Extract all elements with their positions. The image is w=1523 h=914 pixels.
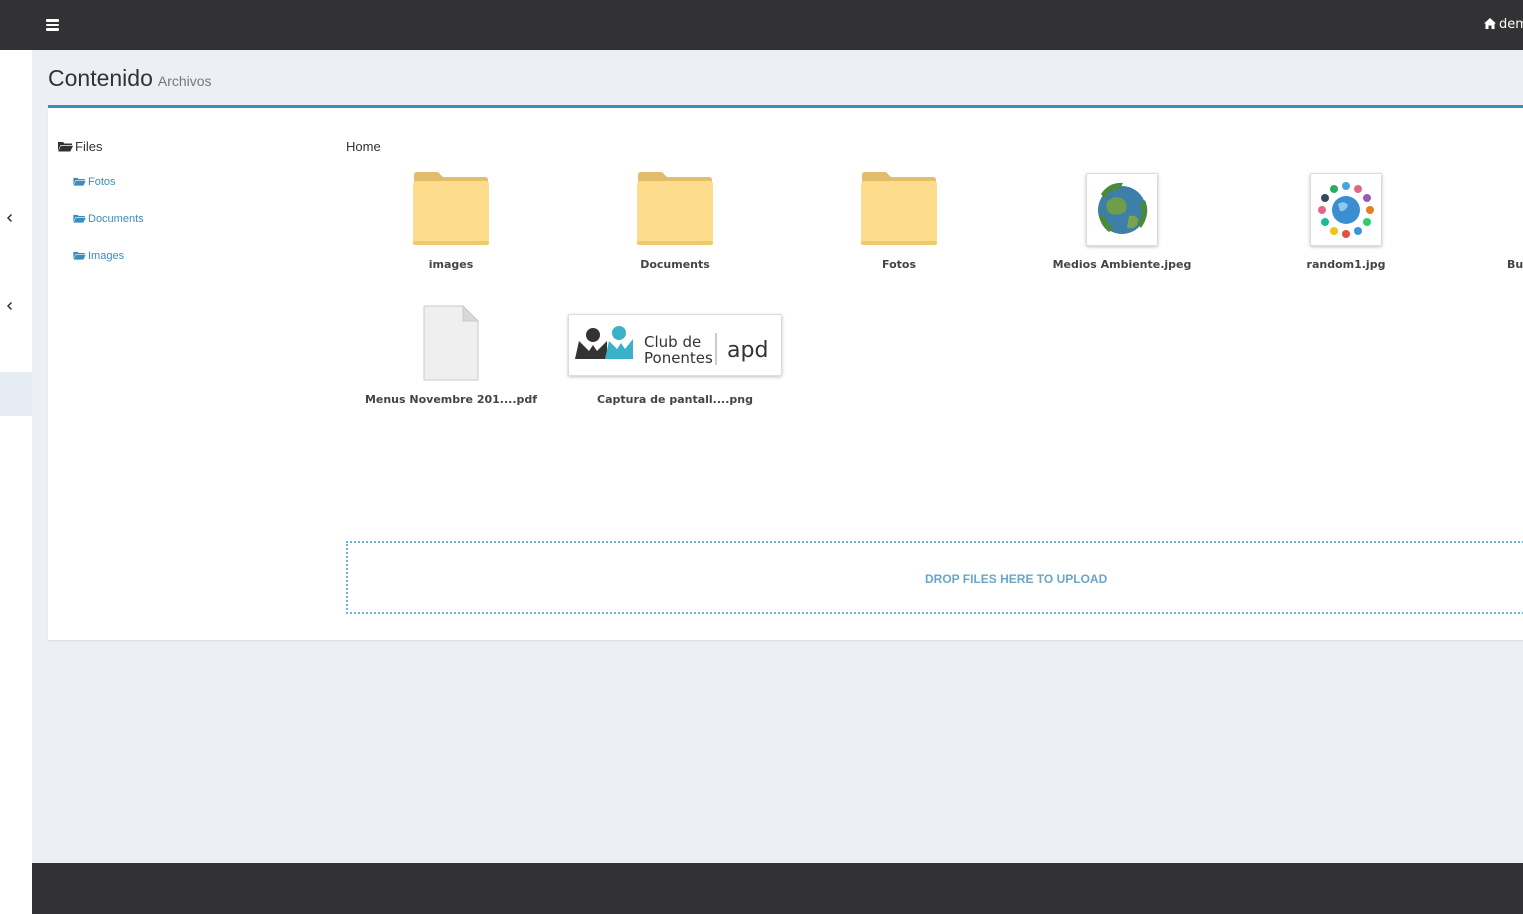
file-name: Fotos xyxy=(882,258,916,271)
file-name: Documents xyxy=(640,258,710,271)
chevron-left-icon[interactable] xyxy=(5,301,15,311)
file-name: Captura de pantall....png xyxy=(597,393,753,406)
logo-brand: apd xyxy=(727,338,768,363)
tree-root-label: Files xyxy=(75,139,103,154)
file-name: images xyxy=(428,258,474,271)
page-title-text: Contenido xyxy=(48,65,153,91)
file-name: Menus Novembre 201....pdf xyxy=(364,393,538,406)
document-icon xyxy=(423,305,479,381)
tree-item-label: Fotos xyxy=(88,176,116,188)
tree-item-label: Documents xyxy=(88,213,144,225)
file-name: Bu xyxy=(1507,258,1523,271)
image-thumbnail xyxy=(1086,173,1158,246)
image-thumbnail: Club de Ponentes apd xyxy=(568,314,782,376)
tree-item-label: Images xyxy=(88,250,125,262)
file-tile-captura-png[interactable]: Club de Ponentes apd Captura de pantall.… xyxy=(568,303,782,413)
social-globe-thumbnail xyxy=(1311,174,1381,245)
tree-root[interactable]: Files xyxy=(58,139,102,154)
image-thumbnail xyxy=(1310,173,1382,246)
collapsed-sidebar xyxy=(0,50,32,914)
upload-dropzone[interactable]: DROP FILES HERE TO UPLOAD xyxy=(346,541,1523,614)
club-de-ponentes-logo: Club de Ponentes apd xyxy=(569,315,781,375)
dropzone-label: DROP FILES HERE TO UPLOAD xyxy=(925,572,1108,586)
page-title: Contenido Archivos xyxy=(48,65,212,92)
user-menu-link[interactable]: demo xyxy=(1484,17,1523,32)
top-navbar: demo xyxy=(0,0,1523,50)
sidebar-active-item[interactable] xyxy=(0,372,32,416)
folder-open-icon xyxy=(73,251,86,260)
file-tile-menus-pdf[interactable]: Menus Novembre 201....pdf xyxy=(346,303,556,413)
breadcrumb-home[interactable]: Home xyxy=(346,139,381,154)
file-name: random1.jpg xyxy=(1306,258,1386,271)
folder-tile-images[interactable]: images xyxy=(346,168,556,278)
tree-item-images[interactable]: Images xyxy=(73,250,124,262)
file-tile-random1[interactable]: random1.jpg xyxy=(1241,168,1451,278)
tree-item-documents[interactable]: Documents xyxy=(73,213,144,225)
folder-icon xyxy=(637,172,713,245)
logo-line2: Ponentes xyxy=(644,349,713,367)
file-tile-medios-ambiente[interactable]: Medios Ambiente.jpeg xyxy=(1017,168,1227,278)
folder-open-icon xyxy=(73,214,86,223)
folder-tile-fotos[interactable]: Fotos xyxy=(794,168,1004,278)
page-subtitle: Archivos xyxy=(157,73,212,89)
folder-icon xyxy=(413,172,489,245)
hamburger-icon[interactable] xyxy=(46,18,59,31)
user-label: demo xyxy=(1499,17,1523,32)
earth-recycle-thumbnail xyxy=(1087,174,1157,245)
folder-icon xyxy=(861,172,937,245)
folder-open-icon xyxy=(58,142,73,152)
file-name: Medios Ambiente.jpeg xyxy=(1052,258,1192,271)
file-tile-partial[interactable]: Bu xyxy=(1465,168,1523,278)
folder-tile-documents[interactable]: Documents xyxy=(570,168,780,278)
page-footer xyxy=(32,863,1523,914)
folder-open-icon xyxy=(73,177,86,186)
chevron-left-icon[interactable] xyxy=(5,213,15,223)
home-icon xyxy=(1484,18,1496,29)
tree-item-fotos[interactable]: Fotos xyxy=(73,176,116,188)
